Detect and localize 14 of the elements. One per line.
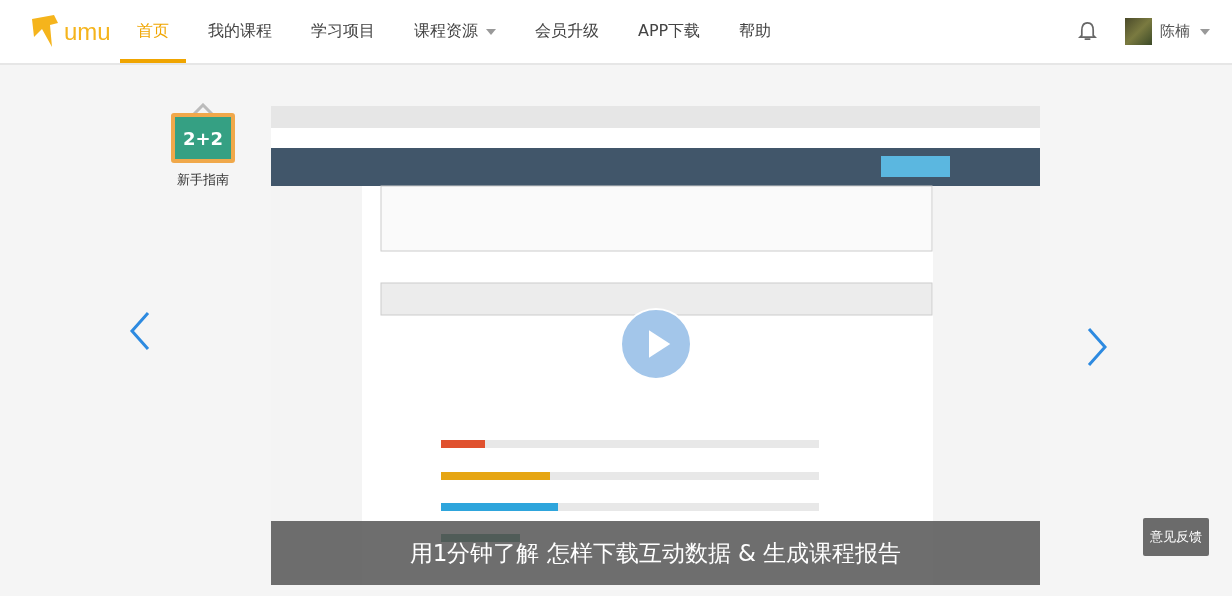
bell-icon[interactable] xyxy=(1078,21,1097,42)
nav-tab[interactable]: 课程资源 xyxy=(397,0,513,63)
avatar[interactable] xyxy=(1125,18,1152,45)
user-menu[interactable]: 陈楠 xyxy=(1160,22,1210,41)
nav-tab[interactable]: 帮助 xyxy=(722,0,789,63)
play-icon xyxy=(646,329,672,359)
nav-tab[interactable]: 我的课程 xyxy=(191,0,289,63)
nav-tab[interactable]: APP下载 xyxy=(621,0,718,63)
guide-label[interactable]: 新手指南 xyxy=(177,171,229,189)
feedback-button[interactable]: 意见反馈 xyxy=(1143,518,1209,556)
nav-tab[interactable]: 会员升级 xyxy=(518,0,616,63)
nav-tab[interactable]: 学习项目 xyxy=(294,0,392,63)
caret-icon xyxy=(1200,28,1210,35)
video-caption: 用1分钟了解 怎样下载互动数据 & 生成课程报告 xyxy=(409,538,902,568)
